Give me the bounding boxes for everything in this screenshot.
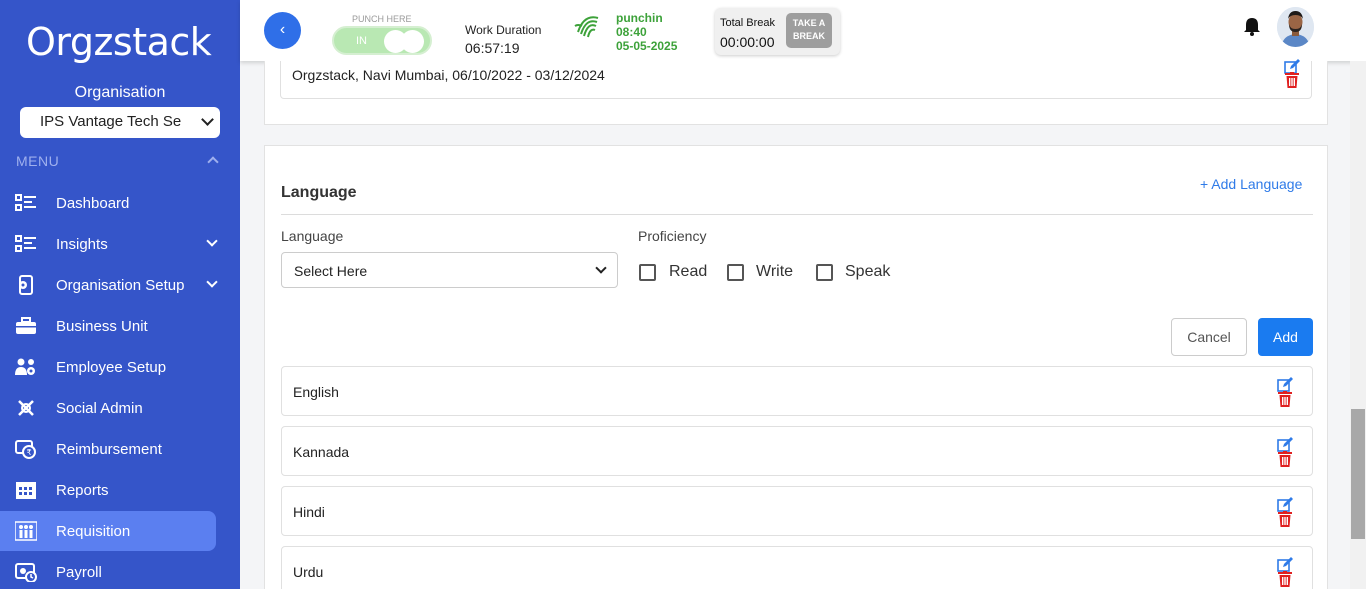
sidebar-item-label: Insights xyxy=(56,236,108,253)
language-field-label: Language xyxy=(281,228,344,244)
chevron-down-icon xyxy=(206,235,218,247)
language-name: English xyxy=(293,384,339,400)
toggle-knob-handle xyxy=(401,30,424,53)
work-duration-value: 06:57:19 xyxy=(465,40,520,56)
delete-icon[interactable] xyxy=(1278,451,1292,467)
proficiency-label: Proficiency xyxy=(638,228,707,244)
organisation-setup-icon xyxy=(19,275,33,295)
take-break-line1: TAKE A xyxy=(792,18,826,28)
sidebar-item-employee-setup[interactable]: Employee Setup xyxy=(0,347,216,387)
sidebar-item-payroll[interactable]: Payroll xyxy=(0,552,216,589)
chevron-down-icon xyxy=(206,276,218,288)
language-row: Urdu xyxy=(281,546,1313,589)
add-language-link[interactable]: + Add Language xyxy=(1200,176,1302,192)
sidebar: Orgzstack Organisation IPS Vantage Tech … xyxy=(0,0,240,589)
sidebar-item-label: Payroll xyxy=(56,564,102,581)
scrollbar-thumb[interactable] xyxy=(1351,409,1365,539)
sidebar-item-dashboard[interactable]: Dashboard xyxy=(0,183,216,223)
avatar[interactable] xyxy=(1277,7,1314,47)
sidebar-item-label: Dashboard xyxy=(56,195,130,212)
reimbursement-icon: ₹ xyxy=(15,440,36,459)
punch-time: 08:40 xyxy=(616,25,647,39)
dashboard-list-icon xyxy=(15,194,36,211)
top-header: ‹ PUNCH HERE IN Work Duration 06:57:19 p… xyxy=(240,0,1366,61)
organisation-label: Organisation xyxy=(74,84,166,101)
delete-icon[interactable] xyxy=(1285,72,1299,88)
back-button[interactable]: ‹ xyxy=(264,12,301,49)
language-name: Hindi xyxy=(293,504,325,520)
language-name: Urdu xyxy=(293,564,324,580)
total-break-label: Total Break xyxy=(720,17,776,29)
speak-label: Speak xyxy=(845,263,891,280)
total-break-value: 00:00:00 xyxy=(720,34,775,50)
sidebar-item-label: Social Admin xyxy=(56,400,143,417)
insights-list-icon xyxy=(15,235,36,252)
sidebar-item-label: Business Unit xyxy=(56,318,148,335)
orgzstack-logo[interactable]: Orgzstack xyxy=(26,20,212,64)
menu-heading: MENU xyxy=(16,153,60,169)
speak-checkbox[interactable] xyxy=(816,264,833,281)
divider xyxy=(281,214,1313,215)
delete-icon[interactable] xyxy=(1278,511,1292,527)
write-label: Write xyxy=(756,263,794,280)
sidebar-item-label: Requisition xyxy=(56,523,131,540)
sidebar-item-label: Organisation Setup xyxy=(56,277,185,294)
language-row: English xyxy=(281,366,1313,416)
chevron-down-icon xyxy=(201,113,214,126)
bell-icon[interactable] xyxy=(1242,16,1262,36)
sidebar-item-reimbursement[interactable]: ₹ Reimbursement xyxy=(0,429,216,469)
read-label: Read xyxy=(669,263,708,280)
sidebar-item-label: Reimbursement xyxy=(56,441,162,458)
sidebar-item-business-unit[interactable]: Business Unit xyxy=(0,306,216,346)
experience-entry: Orgzstack, Navi Mumbai, 06/10/2022 - 03/… xyxy=(292,67,605,83)
punch-date: 05-05-2025 xyxy=(616,39,678,53)
total-break-box: Total Break 00:00:00 TAKE A BREAK xyxy=(715,8,840,55)
fingerprint-icon xyxy=(574,16,599,38)
take-break-line2: BREAK xyxy=(792,31,825,41)
work-duration-label: Work Duration xyxy=(465,23,542,37)
menu-collapse-chevron-icon[interactable] xyxy=(207,156,219,168)
organisation-select[interactable]: IPS Vantage Tech Se xyxy=(20,107,220,138)
take-a-break-button[interactable]: TAKE A BREAK xyxy=(786,13,832,48)
sidebar-item-requisition[interactable]: Requisition xyxy=(0,511,216,551)
social-admin-icon xyxy=(18,400,34,416)
punch-here-label: PUNCH HERE xyxy=(352,14,412,24)
svg-text:₹: ₹ xyxy=(27,448,32,457)
punch-status: punchin 08:40 05-05-2025 xyxy=(616,11,677,53)
language-name: Kannada xyxy=(293,444,350,460)
briefcase-icon xyxy=(16,317,36,334)
write-checkbox[interactable] xyxy=(727,264,744,281)
language-select[interactable]: Select Here xyxy=(281,252,618,288)
sidebar-item-label: Reports xyxy=(56,482,109,499)
organisation-select-value: IPS Vantage Tech Se xyxy=(40,113,182,130)
punch-status-text: punchin xyxy=(616,11,663,25)
sidebar-item-social-admin[interactable]: Social Admin xyxy=(0,388,216,428)
language-section-title: Language xyxy=(281,184,357,201)
delete-icon[interactable] xyxy=(1278,571,1292,587)
sidebar-item-organisation-setup[interactable]: Organisation Setup xyxy=(0,265,218,305)
read-checkbox[interactable] xyxy=(639,264,656,281)
add-button[interactable]: Add xyxy=(1258,318,1313,356)
payroll-icon xyxy=(15,563,37,582)
punch-state-label: IN xyxy=(356,35,367,47)
employee-gear-icon xyxy=(15,358,35,375)
experience-card: Orgzstack, Navi Mumbai, 06/10/2022 - 03/… xyxy=(264,59,1328,125)
language-row: Hindi xyxy=(281,486,1313,536)
chevron-down-icon xyxy=(595,262,607,274)
language-card: Language + Add Language Language Profici… xyxy=(264,145,1328,589)
language-row: Kannada xyxy=(281,426,1313,476)
sidebar-item-insights[interactable]: Insights xyxy=(0,224,218,264)
experience-row: Orgzstack, Navi Mumbai, 06/10/2022 - 03/… xyxy=(280,59,1312,99)
sidebar-item-reports[interactable]: Reports xyxy=(0,470,216,510)
reports-calendar-icon xyxy=(16,482,36,499)
punch-toggle[interactable]: IN xyxy=(332,26,432,55)
cancel-button[interactable]: Cancel xyxy=(1171,318,1247,356)
delete-icon[interactable] xyxy=(1278,391,1292,407)
sidebar-item-label: Employee Setup xyxy=(56,359,167,376)
language-select-placeholder: Select Here xyxy=(294,263,368,279)
requisition-people-icon xyxy=(15,521,37,541)
